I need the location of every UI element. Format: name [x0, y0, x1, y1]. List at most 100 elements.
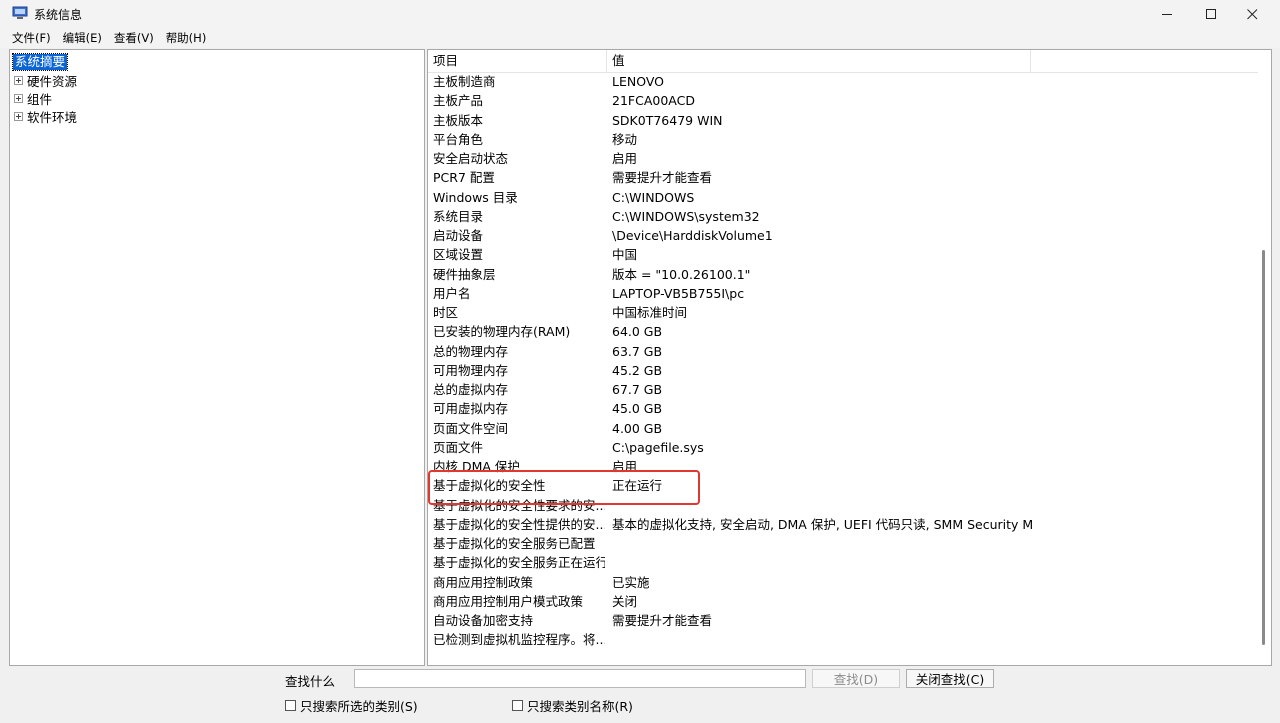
- menu-edit[interactable]: 编辑(E): [57, 28, 108, 48]
- row-item-cell: 商用应用控制政策: [433, 574, 534, 590]
- vertical-scrollbar[interactable]: [1259, 50, 1269, 665]
- only-category-names-checkbox[interactable]: 只搜索类别名称(R): [512, 696, 633, 715]
- system-info-app-icon: [12, 6, 28, 19]
- table-row[interactable]: PCR7 配置 需要提升才能查看: [428, 168, 1258, 187]
- table-row[interactable]: 总的物理内存 63.7 GB: [428, 342, 1258, 361]
- close-button[interactable]: [1229, 0, 1275, 28]
- row-item-cell: 页面文件: [433, 439, 484, 455]
- table-row[interactable]: 基于虚拟化的安全服务已配置: [428, 534, 1258, 553]
- row-value-cell: 21FCA00ACD: [612, 93, 695, 109]
- menu-view[interactable]: 查看(V): [108, 28, 160, 48]
- close-find-button[interactable]: 关闭查找(C): [906, 669, 994, 688]
- table-row[interactable]: 可用物理内存 45.2 GB: [428, 361, 1258, 380]
- row-value-cell: LAPTOP-VB5B755I\pc: [612, 285, 745, 301]
- checkbox-box[interactable]: [285, 700, 296, 711]
- table-row[interactable]: 用户名 LAPTOP-VB5B755I\pc: [428, 284, 1258, 303]
- row-value-cell: LENOVO: [612, 74, 665, 89]
- table-row[interactable]: 商用应用控制政策 已实施: [428, 573, 1258, 592]
- row-item-cell: 可用物理内存: [433, 362, 509, 378]
- row-value-cell: \Device\HarddiskVolume1: [612, 228, 773, 243]
- window-title: 系统信息: [34, 8, 83, 22]
- row-item-cell: 用户名: [433, 285, 471, 301]
- row-item-cell: PCR7 配置: [433, 170, 495, 186]
- row-value-cell: 64.0 GB: [612, 324, 663, 340]
- table-row[interactable]: 启动设备 \Device\HarddiskVolume1: [428, 226, 1258, 245]
- row-item-cell: 启动设备: [433, 228, 484, 243]
- table-row[interactable]: 区域设置 中国: [428, 245, 1258, 264]
- table-row[interactable]: 总的虚拟内存 67.7 GB: [428, 380, 1258, 399]
- table-row[interactable]: 基于虚拟化的安全服务正在运行: [428, 553, 1258, 572]
- row-value-cell: 移动: [612, 131, 638, 147]
- row-item-cell: 基于虚拟化的安全性提供的安...: [433, 516, 605, 532]
- tree-item-software-environment[interactable]: 软件环境: [14, 107, 77, 125]
- row-value-cell: 已实施: [612, 574, 650, 590]
- row-item-cell: 基于虚拟化的安全服务正在运行: [433, 555, 605, 571]
- tree-item-label: 系统摘要: [11, 53, 69, 71]
- table-row[interactable]: 主板制造商 LENOVO: [428, 72, 1258, 91]
- row-value-cell: 4.00 GB: [612, 420, 663, 436]
- table-row[interactable]: 硬件抽象层 版本 = "10.0.26100.1": [428, 265, 1258, 284]
- column-header-value[interactable]: 值: [607, 50, 1031, 72]
- tree-item-label: 硬件资源: [27, 73, 78, 89]
- table-row[interactable]: 安全启动状态 启用: [428, 149, 1258, 168]
- tree-item-components[interactable]: 组件: [14, 89, 52, 107]
- row-item-cell: 自动设备加密支持: [433, 613, 534, 628]
- row-value-cell: C:\WINDOWS\system32: [612, 208, 760, 224]
- tree-item-system-summary[interactable]: 系统摘要: [11, 53, 69, 71]
- list-rows: 主板制造商 LENOVO 主板产品 21FCA00ACD 主板版本 SDK0T76479 …: [428, 72, 1258, 650]
- only-selected-category-checkbox[interactable]: 只搜索所选的类别(S): [285, 696, 418, 715]
- row-value-cell: 45.0 GB: [612, 401, 663, 417]
- details-list[interactable]: 项目 值 主板制造商 LENOVO 主板产品 21FCA00ACD 主板版本 SDK0T7…: [427, 49, 1272, 666]
- table-row[interactable]: 已检测到虚拟机监控程序。将...: [428, 630, 1258, 649]
- table-row[interactable]: 自动设备加密支持 需要提升才能查看: [428, 611, 1258, 630]
- table-row[interactable]: 平台角色 移动: [428, 130, 1258, 149]
- row-item-cell: 时区: [433, 305, 459, 320]
- menu-help[interactable]: 帮助(H): [160, 28, 213, 48]
- table-row[interactable]: Windows 目录 C:\WINDOWS: [428, 188, 1258, 207]
- checkbox-label: 只搜索所选的类别(S): [300, 699, 418, 714]
- menu-file[interactable]: 文件(F): [6, 28, 57, 48]
- row-value-cell: 63.7 GB: [612, 343, 663, 359]
- minimize-button[interactable]: [1144, 0, 1190, 28]
- row-item-cell: 主板制造商: [433, 74, 496, 89]
- table-row[interactable]: 基于虚拟化的安全性提供的安... 基本的虚拟化支持, 安全启动, DMA 保护, …: [428, 515, 1258, 534]
- row-value-cell: 中国: [612, 247, 638, 263]
- checkbox-box[interactable]: [512, 700, 523, 711]
- row-item-cell: 页面文件空间: [433, 420, 509, 436]
- row-value-cell: 45.2 GB: [612, 362, 663, 378]
- expand-plus-icon[interactable]: [14, 93, 23, 103]
- table-row[interactable]: 页面文件 C:\pagefile.sys: [428, 438, 1258, 457]
- table-row[interactable]: 已安装的物理内存(RAM) 64.0 GB: [428, 322, 1258, 341]
- tree-item-hardware-resources[interactable]: 硬件资源: [14, 71, 77, 89]
- find-button[interactable]: 查找(D): [812, 669, 900, 688]
- expand-plus-icon[interactable]: [14, 111, 23, 121]
- row-item-cell: 主板产品: [433, 93, 484, 109]
- menu-bar: 文件(F) 编辑(E) 查看(V) 帮助(H): [0, 28, 1280, 48]
- find-input[interactable]: [354, 669, 806, 688]
- table-row[interactable]: 主板版本 SDK0T76479 WIN: [428, 111, 1258, 130]
- category-tree[interactable]: 系统摘要 硬件资源 组件 软件环境: [9, 49, 425, 666]
- row-item-cell: 基于虚拟化的安全服务已配置: [433, 536, 596, 551]
- row-item-cell: 平台角色: [433, 131, 484, 147]
- table-row[interactable]: 可用虚拟内存 45.0 GB: [428, 399, 1258, 418]
- table-row[interactable]: 页面文件空间 4.00 GB: [428, 419, 1258, 438]
- row-item-cell: 硬件抽象层: [433, 266, 496, 282]
- checkbox-label: 只搜索类别名称(R): [527, 699, 633, 714]
- row-item-cell: 总的物理内存: [433, 343, 509, 359]
- column-header-item[interactable]: 项目: [428, 50, 607, 72]
- scrollbar-thumb[interactable]: [1262, 250, 1265, 645]
- title-bar: 系统信息: [0, 0, 1280, 28]
- table-row[interactable]: 系统目录 C:\WINDOWS\system32: [428, 207, 1258, 226]
- expand-plus-icon[interactable]: [14, 75, 23, 85]
- table-row[interactable]: 时区 中国标准时间: [428, 303, 1258, 322]
- row-value-cell: 67.7 GB: [612, 382, 663, 397]
- row-item-cell: 可用虚拟内存: [433, 401, 509, 417]
- row-value-cell: 关闭: [612, 593, 638, 609]
- maximize-button[interactable]: [1188, 0, 1234, 28]
- maximize-icon: [1205, 8, 1216, 19]
- row-value-cell: SDK0T76479 WIN: [612, 112, 723, 128]
- row-item-cell: 主板版本: [433, 112, 484, 128]
- row-item-cell: 商用应用控制用户模式政策: [433, 593, 584, 609]
- table-row[interactable]: 商用应用控制用户模式政策 关闭: [428, 592, 1258, 611]
- table-row[interactable]: 主板产品 21FCA00ACD: [428, 91, 1258, 110]
